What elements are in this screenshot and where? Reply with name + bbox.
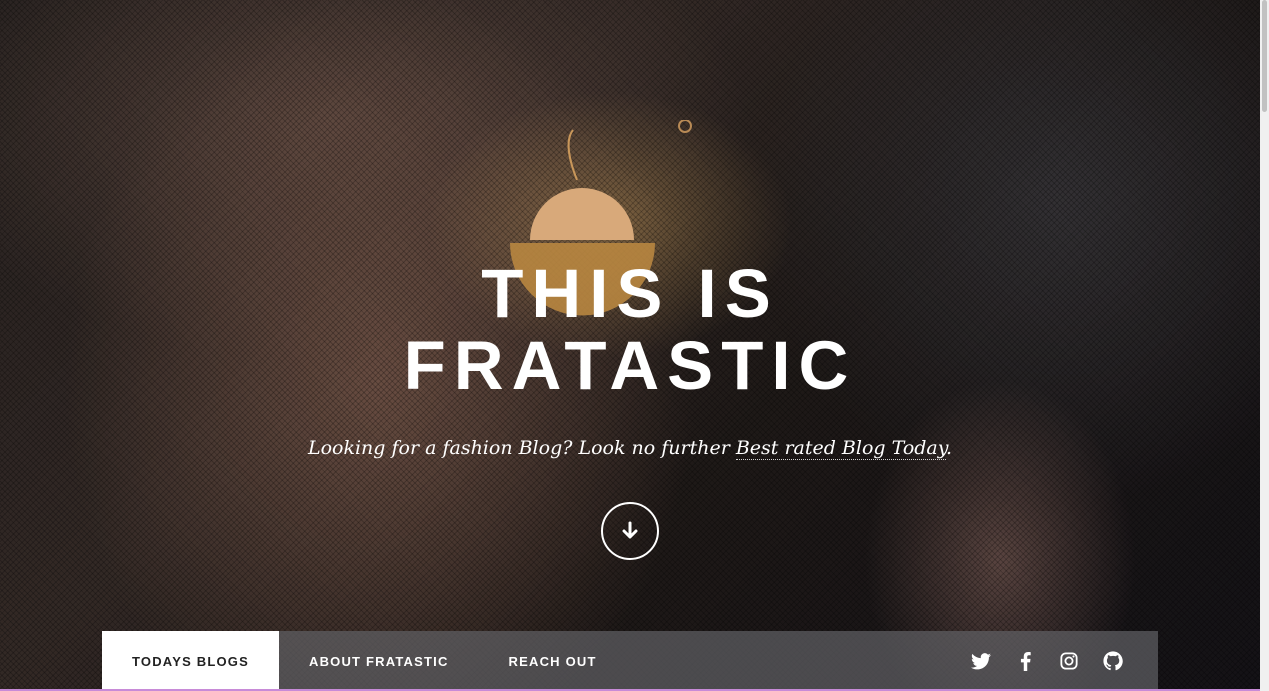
nav-item-todays-blogs[interactable]: TODAYS BLOGS (102, 631, 279, 691)
hero-title: THIS IS FRATASTIC (0, 258, 1260, 402)
nav-item-about-fratastic[interactable]: ABOUT FRATASTIC (279, 631, 479, 691)
hero-title-line-2: FRATASTIC (403, 327, 857, 404)
hero-title-line-1: THIS IS (481, 255, 779, 332)
github-icon[interactable] (1102, 650, 1124, 672)
facebook-icon[interactable] (1014, 650, 1036, 672)
scrollbar-thumb[interactable] (1262, 0, 1267, 112)
nav-item-reach-out[interactable]: REACH OUT (479, 631, 627, 691)
main-nav: TODAYS BLOGS ABOUT FRATASTIC REACH OUT (102, 631, 1158, 691)
social-icons (970, 631, 1158, 691)
tagline-text: Looking for a fashion Blog? Look no furt… (307, 437, 736, 459)
best-rated-link[interactable]: Best rated Blog Today (735, 437, 946, 460)
hero-tagline: Looking for a fashion Blog? Look no furt… (0, 437, 1260, 460)
twitter-icon[interactable] (970, 650, 992, 672)
instagram-icon[interactable] (1058, 650, 1080, 672)
arrow-down-icon (622, 521, 638, 539)
scroll-down-button[interactable] (601, 502, 659, 560)
tagline-end: . (945, 437, 953, 459)
